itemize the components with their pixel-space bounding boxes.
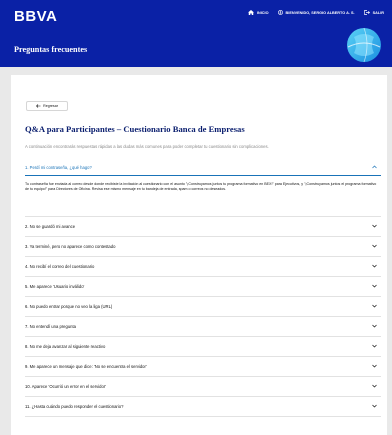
faq-list: 1. Perdí mi contraseña, ¿qué hago? Tu co… bbox=[25, 158, 381, 417]
chevron-down-icon[interactable] bbox=[372, 404, 377, 408]
user-icon bbox=[277, 10, 283, 15]
faq-item-5[interactable]: 5. Me aparece 'Usuario inválido' bbox=[25, 277, 381, 297]
bbva-logo[interactable]: BBVA bbox=[14, 8, 57, 25]
intro-text: A continuación encontrarás respuestas rá… bbox=[25, 144, 269, 149]
globe-icon bbox=[347, 27, 381, 63]
chevron-down-icon[interactable] bbox=[372, 264, 377, 268]
faq-question: 11. ¿Hasta cuándo puedo responder el cue… bbox=[25, 404, 124, 409]
chevron-down-icon[interactable] bbox=[372, 324, 377, 328]
chevron-down-icon[interactable] bbox=[372, 344, 377, 348]
top-header: BBVA INICIO BIENVENIDO, SERGIO ALBERTO A… bbox=[0, 0, 392, 67]
faq-question: 7. No entendí una pregunta bbox=[25, 324, 76, 329]
main-content: Regresar Q&A para Participantes – Cuesti… bbox=[11, 75, 387, 435]
faq-answer: Tu contraseña fue enviada al correo desd… bbox=[25, 182, 377, 192]
home-icon bbox=[247, 10, 254, 15]
chevron-down-icon[interactable] bbox=[372, 244, 377, 248]
back-button[interactable]: Regresar bbox=[26, 101, 68, 111]
nav-user: BIENVENIDO, SERGIO ALBERTO A. S. bbox=[277, 10, 355, 15]
faq-question: 2. No se guardó mi avance bbox=[25, 224, 76, 229]
top-nav: INICIO BIENVENIDO, SERGIO ALBERTO A. S. … bbox=[247, 10, 384, 15]
faq-question: 10. Aparece 'Ocurrió un error en el serv… bbox=[25, 384, 106, 389]
faq-item-3[interactable]: 3. Ya terminé, pero no aparece como cont… bbox=[25, 237, 381, 257]
nav-logout-label: SALIR bbox=[372, 10, 384, 15]
faq-item-8[interactable]: 8. No me deja avanzar al siguiente react… bbox=[25, 337, 381, 357]
logout-icon bbox=[363, 10, 370, 15]
faq-question: 5. Me aparece 'Usuario inválido' bbox=[25, 284, 85, 289]
faq-item-2[interactable]: 2. No se guardó mi avance bbox=[25, 217, 381, 237]
faq-page: BBVA INICIO BIENVENIDO, SERGIO ALBERTO A… bbox=[0, 0, 392, 435]
section-title: Preguntas frecuentes bbox=[14, 45, 88, 54]
page-title: Q&A para Participantes – Cuestionario Ba… bbox=[25, 124, 245, 134]
arrow-left-icon bbox=[36, 104, 41, 108]
chevron-down-icon[interactable] bbox=[372, 284, 377, 288]
chevron-down-icon[interactable] bbox=[372, 224, 377, 228]
faq-item-10[interactable]: 10. Aparece 'Ocurrió un error en el serv… bbox=[25, 377, 381, 397]
faq-item-9[interactable]: 9. Me aparece un mensaje que dice: 'No s… bbox=[25, 357, 381, 377]
faq-question: 3. Ya terminé, pero no aparece como cont… bbox=[25, 244, 116, 249]
faq-item-11[interactable]: 11. ¿Hasta cuándo puedo responder el cue… bbox=[25, 397, 381, 417]
nav-logout-link[interactable]: SALIR bbox=[363, 10, 384, 15]
nav-user-label: BIENVENIDO, SERGIO ALBERTO A. S. bbox=[285, 10, 355, 15]
nav-home-label: INICIO bbox=[256, 10, 269, 15]
chevron-down-icon[interactable] bbox=[372, 384, 377, 388]
faq-question: 8. No me deja avanzar al siguiente react… bbox=[25, 344, 106, 349]
faq-item-4[interactable]: 4. No recibí el correo del cuestionario bbox=[25, 257, 381, 277]
nav-home-link[interactable]: INICIO bbox=[247, 10, 269, 15]
faq-open-divider bbox=[25, 175, 381, 176]
chevron-up-icon[interactable] bbox=[372, 165, 377, 169]
chevron-down-icon[interactable] bbox=[372, 364, 377, 368]
faq-question: 1. Perdí mi contraseña, ¿qué hago? bbox=[25, 165, 92, 170]
faq-question: 4. No recibí el correo del cuestionario bbox=[25, 264, 95, 269]
chevron-down-icon[interactable] bbox=[372, 304, 377, 308]
faq-item-7[interactable]: 7. No entendí una pregunta bbox=[25, 317, 381, 337]
back-button-label: Regresar bbox=[43, 104, 58, 108]
faq-question: 9. Me aparece un mensaje que dice: 'No s… bbox=[25, 364, 147, 369]
faq-item-6[interactable]: 6. No puedo entrar porque no veo la liga… bbox=[25, 297, 381, 317]
faq-item-1[interactable]: 1. Perdí mi contraseña, ¿qué hago? Tu co… bbox=[25, 158, 381, 217]
faq-question: 6. No puedo entrar porque no veo la liga… bbox=[25, 304, 113, 309]
